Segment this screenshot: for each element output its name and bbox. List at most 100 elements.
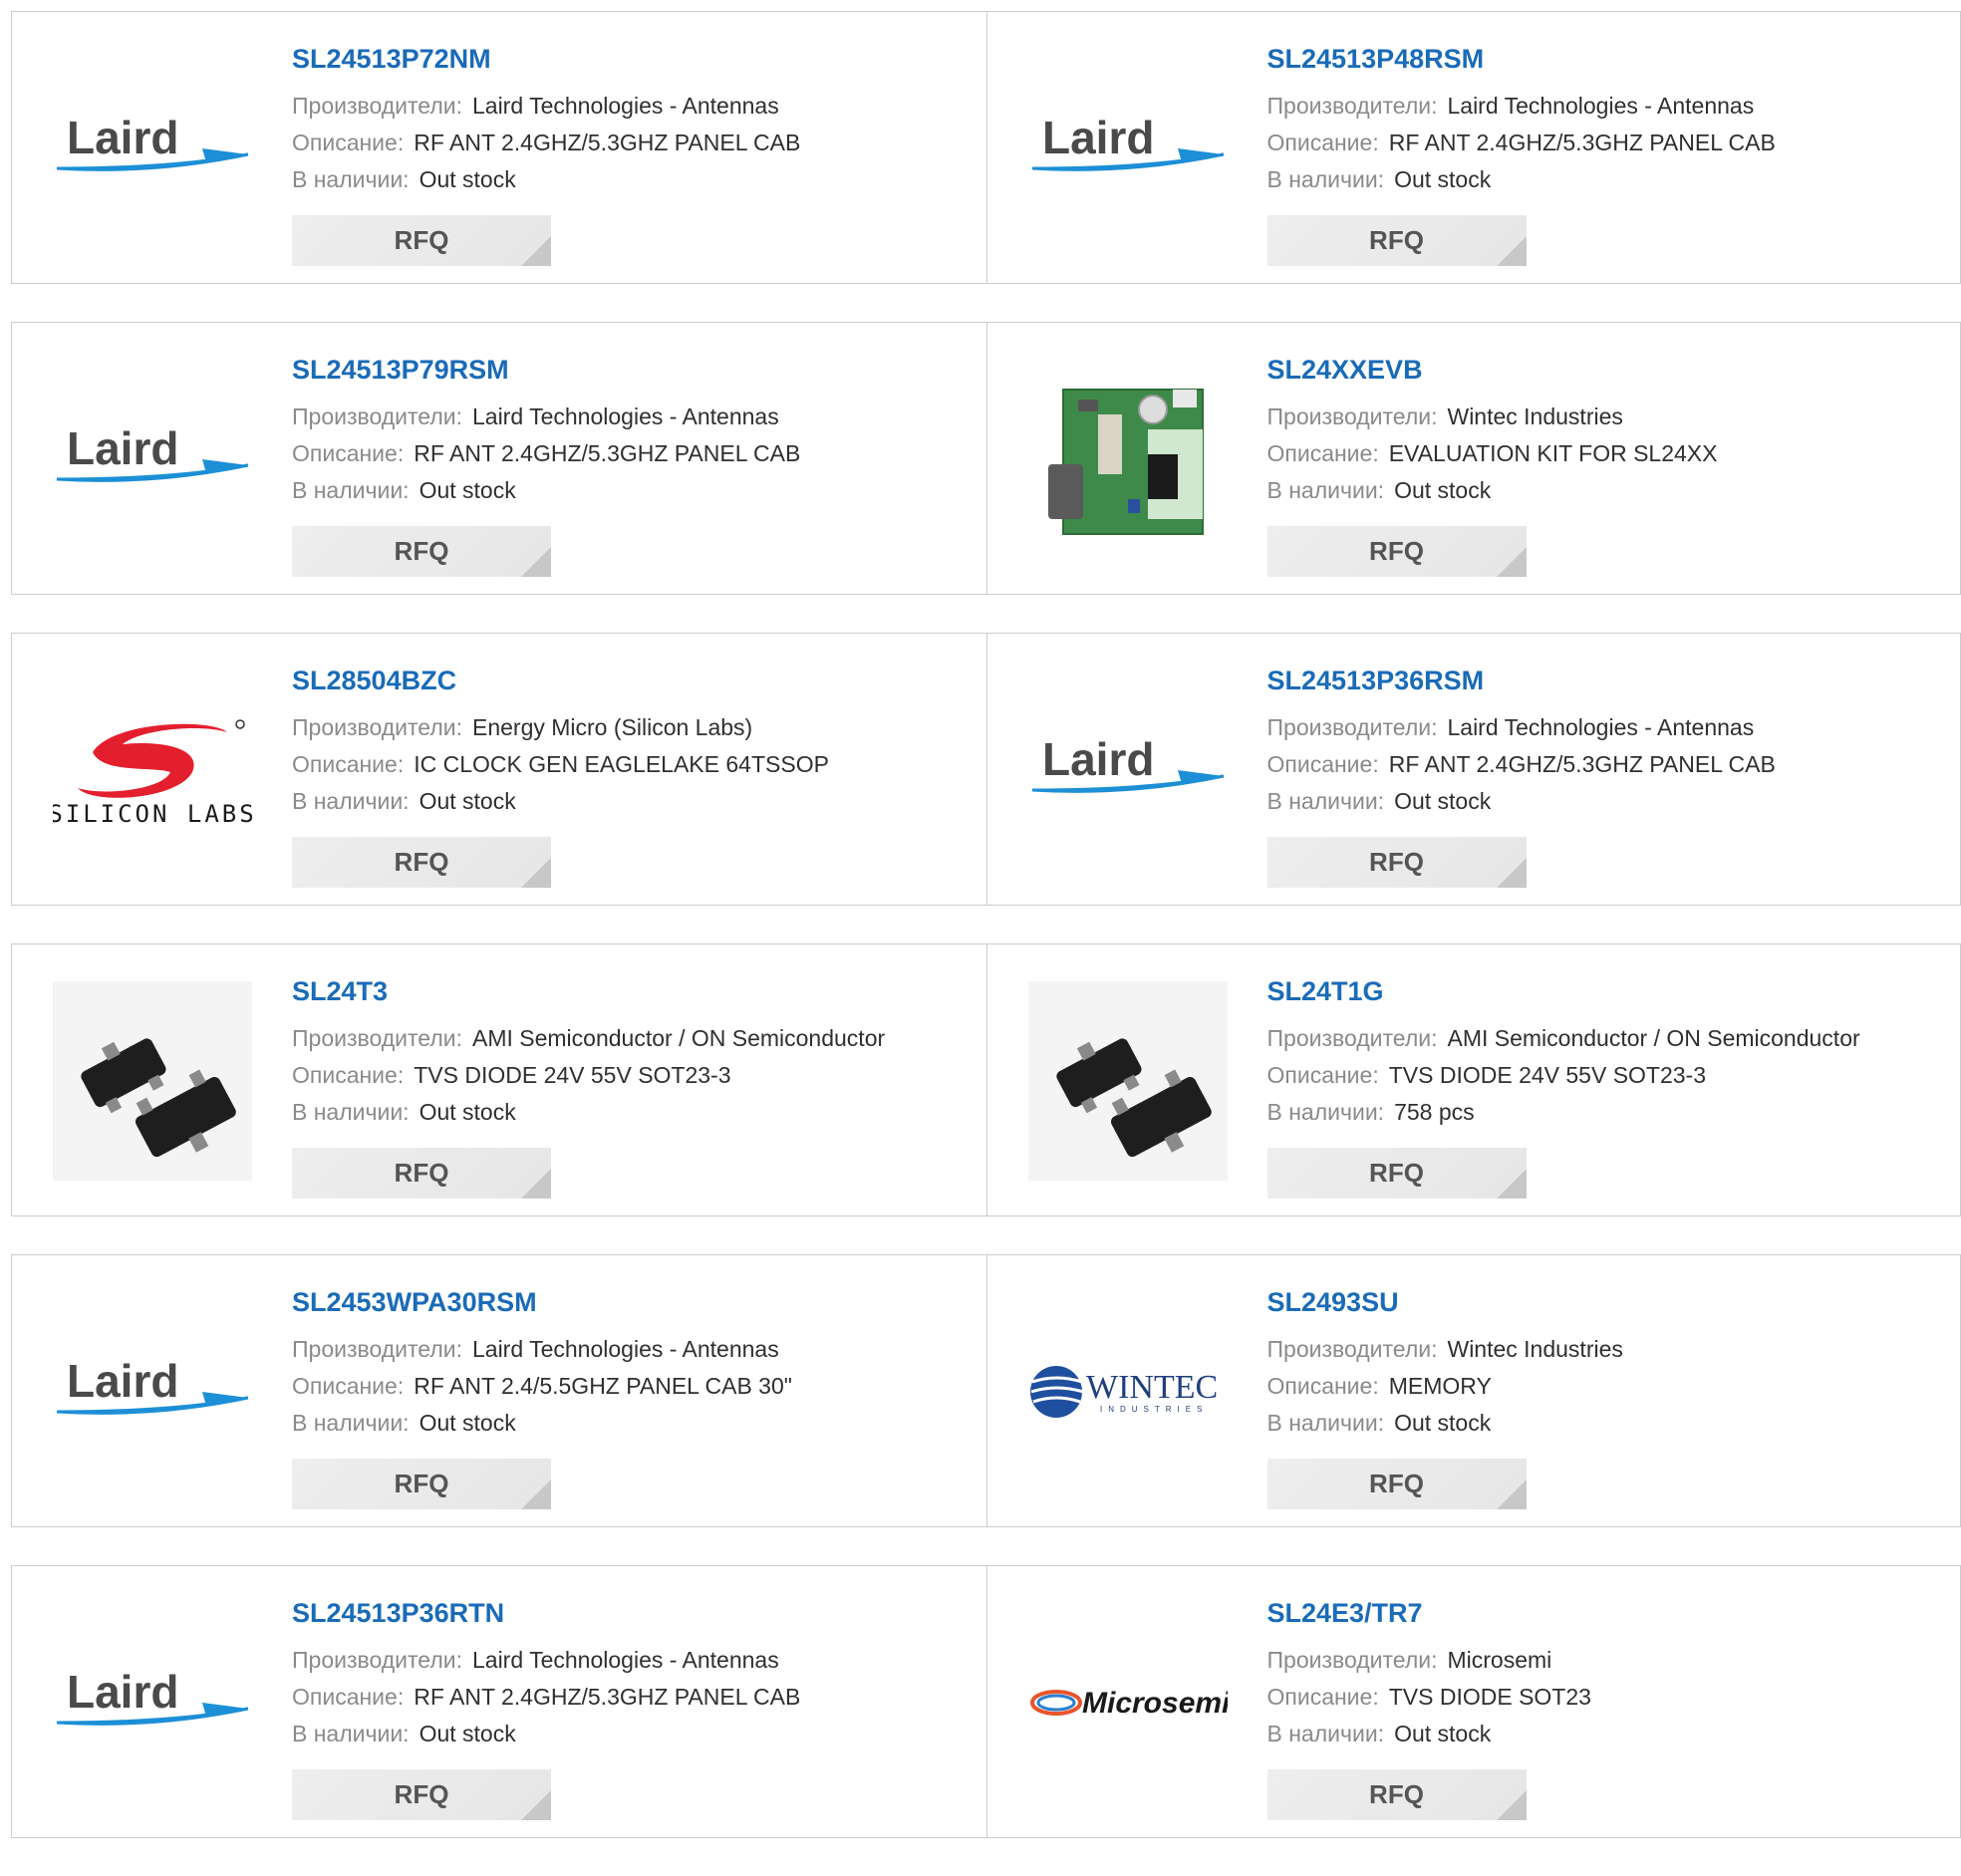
rfq-button[interactable]: RFQ	[292, 526, 551, 577]
manufacturer-label: Производители:	[292, 403, 462, 429]
microsemi-logo-image: Microsemi	[1029, 1687, 1228, 1720]
product-card: SILICON LABS SL28504BZC Производители: En…	[12, 634, 986, 905]
stock-line: В наличии: Out stock	[292, 1716, 977, 1752]
description-label: Описание:	[1266, 751, 1379, 777]
laird-logo[interactable]: Laird	[53, 1292, 252, 1491]
description-label: Описание:	[292, 130, 405, 155]
manufacturer-label: Производители:	[292, 1647, 462, 1673]
manufacturer-line: Производители: Wintec Industries	[1267, 399, 1951, 435]
part-number-link[interactable]: SL2493SU	[1267, 1285, 1951, 1319]
stock-line: В наличии: Out stock	[1267, 1716, 1951, 1752]
stock-label: В наличии:	[292, 1410, 410, 1436]
manufacturer-line: Производители: Laird Technologies - Anten…	[1267, 88, 1951, 125]
description-value: IC CLOCK GEN EAGLELAKE 64TSSOP	[414, 751, 829, 777]
product-row: SL24T3 Производители: AMI Semiconductor /…	[11, 943, 1961, 1216]
stock-value: Out stock	[419, 1721, 516, 1746]
description-value: RF ANT 2.4GHZ/5.3GHZ PANEL CAB	[414, 440, 801, 466]
manufacturer-label: Производители:	[1266, 1336, 1438, 1362]
description-value: RF ANT 2.4GHZ/5.3GHZ PANEL CAB	[1388, 751, 1776, 777]
description-line: Описание: TVS DIODE SOT23	[1267, 1679, 1951, 1716]
rfq-button[interactable]: RFQ	[292, 1459, 551, 1509]
product-card: SL24T1G Производители: AMI Semiconductor …	[985, 944, 1961, 1215]
wintec-logo[interactable]: WINTEC INDUSTRIES	[1028, 1292, 1228, 1491]
stock-line: В наличии: 758 pcs	[1267, 1094, 1951, 1131]
manufacturer-label: Производители:	[292, 1336, 462, 1362]
part-number-link[interactable]: SL28504BZC	[292, 664, 977, 697]
part-number-link[interactable]: SL24513P79RSM	[292, 353, 977, 387]
sot23-chip-image[interactable]	[53, 981, 252, 1181]
description-line: Описание: EVALUATION KIT FOR SL24XX	[1267, 435, 1951, 472]
stock-label: В наличии:	[1266, 788, 1385, 814]
pcb-board-image[interactable]	[1028, 360, 1228, 559]
laird-logo[interactable]: Laird	[1028, 49, 1228, 248]
laird-logo-image: Laird	[56, 422, 249, 482]
rfq-button[interactable]: RFQ	[292, 1148, 551, 1199]
product-info: SL24513P72NM Производители: Laird Technol…	[292, 42, 977, 266]
part-number-link[interactable]: SL24513P48RSM	[1267, 42, 1951, 76]
description-value: RF ANT 2.4/5.5GHZ PANEL CAB 30"	[414, 1373, 792, 1399]
stock-label: В наличии:	[292, 477, 410, 503]
manufacturer-line: Производители: Laird Technologies - Anten…	[1267, 709, 1951, 746]
description-value: RF ANT 2.4GHZ/5.3GHZ PANEL CAB	[414, 1684, 801, 1710]
manufacturer-value: Wintec Industries	[1447, 1336, 1623, 1362]
part-number-link[interactable]: SL24XXEVB	[1267, 353, 1951, 387]
rfq-button[interactable]: RFQ	[292, 215, 551, 266]
sot23-chip-icon	[1027, 981, 1228, 1181]
laird-wordmark: Laird	[67, 112, 178, 163]
product-row: SILICON LABS SL28504BZC Производители: En…	[11, 633, 1961, 906]
microsemi-logo[interactable]: Microsemi	[1028, 1603, 1228, 1802]
rfq-button[interactable]: RFQ	[1266, 526, 1527, 577]
description-label: Описание:	[292, 440, 405, 466]
rfq-button[interactable]: RFQ	[1266, 1459, 1527, 1509]
manufacturer-value: AMI Semiconductor / ON Semiconductor	[471, 1025, 886, 1051]
manufacturer-label: Производители:	[1266, 403, 1438, 429]
product-info: SL24513P79RSM Производители: Laird Techno…	[292, 353, 977, 577]
stock-label: В наличии:	[1266, 1410, 1385, 1436]
part-number-link[interactable]: SL24T3	[292, 974, 977, 1008]
rfq-button[interactable]: RFQ	[1266, 1769, 1527, 1820]
manufacturer-label: Производители:	[292, 93, 462, 119]
manufacturer-value: Energy Micro (Silicon Labs)	[471, 714, 753, 740]
product-info: SL2453WPA30RSM Производители: Laird Techn…	[292, 1285, 977, 1509]
product-card: Laird SL24513P36RSM Производители: Laird …	[985, 634, 1961, 905]
manufacturer-value: Wintec Industries	[1447, 403, 1623, 429]
silicon-labs-logo[interactable]: SILICON LABS	[53, 670, 252, 870]
laird-logo[interactable]: Laird	[1028, 670, 1228, 870]
laird-logo[interactable]: Laird	[53, 1603, 252, 1802]
laird-logo-image: Laird	[56, 1666, 249, 1726]
stock-line: В наличии: Out stock	[1267, 161, 1951, 198]
manufacturer-line: Производители: Laird Technologies - Anten…	[292, 1331, 977, 1368]
stock-value: Out stock	[419, 788, 516, 814]
part-number-link[interactable]: SL24513P36RSM	[1267, 664, 1951, 697]
description-line: Описание: RF ANT 2.4GHZ/5.3GHZ PANEL CAB	[292, 125, 977, 161]
manufacturer-label: Производители:	[1266, 93, 1438, 119]
stock-value: Out stock	[1394, 166, 1492, 192]
rfq-button[interactable]: RFQ	[1266, 215, 1527, 266]
part-number-link[interactable]: SL24513P36RTN	[292, 1596, 977, 1630]
stock-value: Out stock	[1394, 788, 1492, 814]
product-grid: Laird SL24513P72NM Производители: Laird T…	[11, 11, 1961, 1876]
rfq-button[interactable]: RFQ	[1266, 837, 1527, 888]
part-number-link[interactable]: SL24513P72NM	[292, 42, 977, 76]
description-label: Описание:	[1266, 440, 1379, 466]
stock-value: 758 pcs	[1394, 1099, 1475, 1125]
product-card: SL24T3 Производители: AMI Semiconductor /…	[12, 944, 986, 1215]
part-number-link[interactable]: SL24T1G	[1267, 974, 1951, 1008]
laird-logo[interactable]: Laird	[53, 49, 252, 248]
rfq-button[interactable]: RFQ	[1266, 1148, 1527, 1199]
stock-label: В наличии:	[1266, 166, 1385, 192]
stock-label: В наличии:	[292, 788, 410, 814]
sot23-chip-image[interactable]	[1027, 981, 1228, 1181]
laird-logo[interactable]: Laird	[53, 360, 252, 559]
wintec-wordmark: WINTEC	[1086, 1369, 1218, 1406]
stock-value: Out stock	[419, 477, 516, 503]
product-row: Laird SL24513P36RTN Производители: Laird …	[11, 1565, 1961, 1838]
rfq-button[interactable]: RFQ	[292, 1769, 551, 1820]
rfq-button[interactable]: RFQ	[292, 837, 551, 888]
description-line: Описание: RF ANT 2.4GHZ/5.3GHZ PANEL CAB	[292, 435, 977, 472]
part-number-link[interactable]: SL2453WPA30RSM	[292, 1285, 977, 1319]
part-number-link[interactable]: SL24E3/TR7	[1267, 1596, 1951, 1630]
laird-wordmark: Laird	[1042, 112, 1154, 163]
product-info: SL24E3/TR7 Производители: Microsemi Описа…	[1266, 1596, 1951, 1820]
product-info: SL24513P36RTN Производители: Laird Techno…	[292, 1596, 977, 1820]
